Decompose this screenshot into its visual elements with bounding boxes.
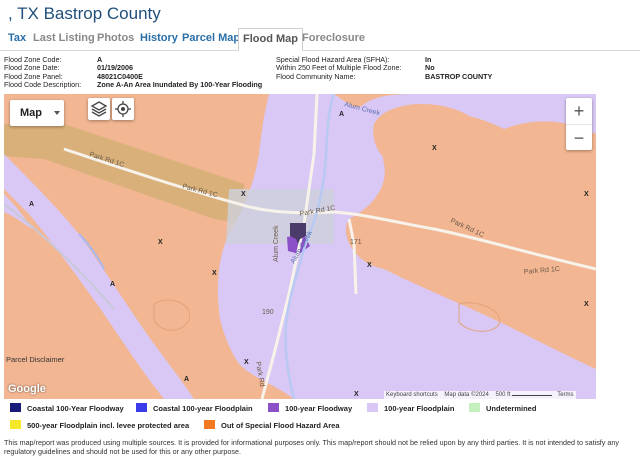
legend-label: Coastal 100-Year Floodway	[27, 404, 124, 413]
legend-label: Out of Special Flood Hazard Area	[221, 421, 340, 430]
road-label: Alum Creek	[273, 225, 280, 262]
tab-history[interactable]: History	[140, 32, 178, 44]
legend-label: 500-year Floodplain incl. levee protecte…	[27, 421, 190, 430]
zoom-in-button[interactable]: +	[566, 98, 592, 124]
community-name-label: Flood Community Name:	[276, 71, 356, 81]
legend-swatch	[268, 403, 279, 412]
map-canvas[interactable]: A A A A X X X X X X X X X Park Rd 1C Par…	[4, 94, 596, 399]
legend-item: Coastal 100-Year Floodway	[10, 403, 124, 413]
tab-foreclosure[interactable]: Foreclosure	[302, 32, 365, 44]
page-title: , TX Bastrop County	[8, 4, 161, 23]
parcel-disclaimer-link[interactable]: Parcel Disclaimer	[6, 355, 64, 364]
zone-label-x: X	[584, 191, 589, 198]
scale-bar	[512, 392, 553, 396]
zone-label-x: X	[354, 391, 359, 398]
road-shield-171: 171	[350, 239, 362, 246]
zoom-control: + −	[566, 98, 592, 150]
layers-icon	[90, 101, 108, 117]
flood-code-description-label: Flood Code Description:	[4, 80, 82, 90]
zone-label-x: X	[584, 301, 589, 308]
map-data-text: Map data ©2024	[444, 392, 489, 398]
legend-item: Undetermined	[469, 403, 536, 413]
flood-code-description-value: Zone A-An Area Inundated By 100-Year Flo…	[97, 80, 263, 90]
dropdown-caret-icon	[54, 111, 60, 115]
zone-label-a: A	[339, 111, 344, 118]
legend-item: Coastal 100-year Floodplain	[136, 403, 253, 413]
tab-tax[interactable]: Tax	[8, 32, 26, 44]
tab-bar: Tax Last Listing Photos History Parcel M…	[0, 28, 640, 51]
map-attribution-bar: Keyboard shortcuts Map data ©2024 500 ft…	[384, 391, 576, 399]
zone-label-x: X	[244, 359, 249, 366]
legend-item: Out of Special Flood Hazard Area	[204, 420, 340, 430]
zone-label-a: A	[29, 201, 34, 208]
community-name-value: BASTROP COUNTY	[425, 71, 493, 81]
disclaimer-text: This map/report was produced using multi…	[4, 438, 619, 456]
legend-label: 100-year Floodplain	[384, 404, 455, 413]
zone-label-x: X	[241, 191, 246, 198]
tab-flood-map[interactable]: Flood Map	[238, 28, 303, 51]
zone-label-x: X	[212, 270, 217, 277]
legend-swatch	[10, 420, 21, 429]
flood-info-left: Flood Zone Code: A Flood Zone Date: 01/19/…	[4, 55, 262, 90]
tab-last-listing[interactable]: Last Listing	[33, 32, 95, 44]
legend-label: 100-year Floodway	[285, 404, 353, 413]
legend-label: Undetermined	[486, 404, 537, 413]
tab-photos[interactable]: Photos	[97, 32, 134, 44]
scale-label[interactable]: 500 ft	[496, 392, 511, 398]
tab-parcel-map[interactable]: Parcel Map	[182, 32, 240, 44]
zoom-out-button[interactable]: −	[566, 124, 592, 151]
flood-info-right: Special Flood Hazard Area (SFHA): In With…	[276, 55, 492, 81]
legend-swatch	[10, 403, 21, 412]
google-logo: Google	[8, 383, 46, 395]
my-location-button[interactable]	[112, 98, 134, 120]
zone-label-a: A	[184, 376, 189, 383]
flood-map[interactable]: A A A A X X X X X X X X X Park Rd 1C Par…	[4, 94, 596, 399]
legend-item: 100-year Floodway	[268, 403, 352, 413]
map-type-label: Map	[20, 107, 42, 119]
layers-button[interactable]	[88, 98, 110, 120]
keyboard-shortcuts-link[interactable]: Keyboard shortcuts	[386, 392, 438, 398]
map-type-dropdown[interactable]: Map	[10, 100, 64, 126]
zone-label-a: A	[110, 281, 115, 288]
legend-item: 100-year Floodplain	[367, 403, 454, 413]
legend-swatch	[136, 403, 147, 412]
legend-swatch	[204, 420, 215, 429]
terms-link[interactable]: Terms	[557, 392, 573, 398]
zone-label-x: X	[367, 262, 372, 269]
legend-swatch	[367, 403, 378, 412]
legend-swatch	[469, 403, 480, 412]
zone-label-x: X	[158, 239, 163, 246]
legend-label: Coastal 100-year Floodplain	[153, 404, 253, 413]
road-shield-190: 190	[262, 309, 274, 316]
legend-item: 500-year Floodplain incl. levee protecte…	[10, 420, 189, 430]
crosshair-icon	[115, 101, 131, 117]
zone-label-x: X	[432, 145, 437, 152]
